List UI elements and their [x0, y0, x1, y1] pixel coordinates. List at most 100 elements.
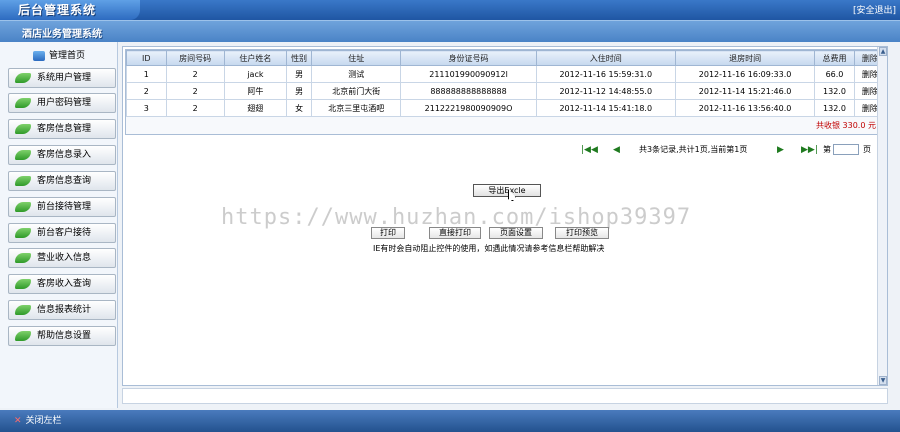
sidebar-item-reports[interactable]: 信息报表统计: [8, 300, 116, 320]
sidebar-item-system-users[interactable]: 系统用户管理: [8, 68, 116, 88]
scroll-down-icon[interactable]: ▼: [879, 376, 887, 385]
cell-checkout: 2012-11-16 16:09:33.0: [674, 65, 816, 83]
cell-gender: 男: [286, 65, 313, 83]
sidebar: 管理首页 系统用户管理 用户密码管理 客房信息管理 客房信息录入 客房信息查询 …: [0, 42, 118, 408]
sidebar-item-room-entry[interactable]: 客房信息录入: [8, 145, 116, 165]
table-row: 2 2 阿牛 男 北京前门大街 888888888888888 2012-11-…: [126, 82, 887, 100]
sub-header: 酒店业务管理系统: [0, 20, 900, 42]
direct-print-button[interactable]: 直接打印: [429, 227, 481, 239]
prev-page-icon[interactable]: ◀: [613, 143, 620, 157]
export-excel-button[interactable]: 导出Excle: [473, 184, 541, 197]
column-header: 住户姓名: [223, 50, 288, 66]
column-header: 总费用: [814, 50, 855, 66]
table-row: 3 2 翅翅 女 北京三里屯酒吧 2112221980090909O 2012-…: [126, 99, 887, 117]
pagination: |◀◀ ◀ 共3条记录,共计1页,当前第1页 ▶ ▶▶| 第 页: [581, 143, 881, 157]
cell-checkin: 2012-11-14 15:41:18.0: [535, 99, 676, 117]
cell-id-number: 2112221980090909O: [400, 99, 537, 117]
cell-checkin: 2012-11-16 15:59:31.0: [535, 65, 676, 83]
sidebar-item-label: 信息报表统计: [37, 305, 92, 315]
next-page-icon[interactable]: ▶: [777, 143, 784, 157]
vertical-scrollbar[interactable]: ▲ ▼: [877, 47, 887, 385]
cell-room: 2: [165, 82, 225, 100]
sidebar-item-reception[interactable]: 前台客户接待: [8, 223, 116, 243]
print-preview-button[interactable]: 打印预览: [555, 227, 609, 239]
cell-name: jack: [223, 65, 288, 83]
leaf-icon: [15, 253, 31, 263]
cell-address: 北京前门大街: [311, 82, 402, 100]
cell-gender: 男: [286, 82, 313, 100]
page-suffix: 页: [863, 145, 871, 154]
cell-id: 1: [126, 65, 167, 83]
column-header: 性别: [286, 50, 313, 66]
leaf-icon: [15, 228, 31, 238]
footer-bar[interactable]: ✕ 关闭左栏: [0, 410, 900, 432]
sidebar-item-revenue[interactable]: 营业收入信息: [8, 248, 116, 268]
column-header: 退房时间: [674, 50, 816, 66]
sidebar-item-label: 营业收入信息: [37, 253, 92, 263]
guest-table: ID 房间号码 住户姓名 性别 住址 身份证号码 入住时间 退房时间 总费用 删…: [126, 50, 887, 117]
cell-gender: 女: [286, 99, 313, 117]
sidebar-item-label: 系统用户管理: [37, 73, 92, 83]
cell-room: 2: [165, 99, 225, 117]
scroll-up-icon[interactable]: ▲: [879, 47, 887, 56]
app-logo: 后台管理系统: [0, 0, 140, 20]
cell-fee: 66.0: [814, 65, 855, 83]
sidebar-item-room-query[interactable]: 客房信息查询: [8, 171, 116, 191]
cell-id-number: 888888888888888: [400, 82, 537, 100]
cell-address: 测试: [311, 65, 402, 83]
sidebar-item-reception-manage[interactable]: 前台接待管理: [8, 197, 116, 217]
main-content: ID 房间号码 住户姓名 性别 住址 身份证号码 入住时间 退房时间 总费用 删…: [122, 46, 888, 386]
sidebar-item-label: 客房信息录入: [37, 150, 92, 160]
cell-id-number: 211101990090912l: [400, 65, 537, 83]
cell-checkin: 2012-11-12 14:48:55.0: [535, 82, 676, 100]
sidebar-item-label: 用户密码管理: [37, 98, 92, 108]
sidebar-item-label: 客房信息查询: [37, 176, 92, 186]
sidebar-item-label: 客房收入查询: [37, 279, 92, 289]
cell-name: 翅翅: [223, 99, 288, 117]
leaf-icon: [15, 73, 31, 83]
horizontal-scrollbar[interactable]: [122, 388, 888, 404]
cell-fee: 132.0: [814, 82, 855, 100]
sidebar-item-revenue-query[interactable]: 客房收入查询: [8, 274, 116, 294]
cell-id: 3: [126, 99, 167, 117]
sidebar-item-password[interactable]: 用户密码管理: [8, 93, 116, 113]
ie-notice: IE有时会自动阻止控件的使用，如遇此情况请参考信息栏帮助解决: [373, 244, 605, 253]
system-title: 酒店业务管理系统: [22, 29, 102, 40]
sidebar-item-label: 客房信息管理: [37, 124, 92, 134]
sidebar-home[interactable]: 管理首页: [0, 48, 118, 64]
table-row: 1 2 jack 男 测试 211101990090912l 2012-11-1…: [126, 65, 887, 83]
total-revenue: 共收银 330.0 元: [816, 121, 876, 130]
leaf-icon: [15, 305, 31, 315]
cell-room: 2: [165, 65, 225, 83]
column-header: ID: [126, 50, 167, 66]
column-header: 身份证号码: [400, 50, 537, 66]
column-header: 住址: [311, 50, 402, 66]
page-prefix: 第: [823, 145, 831, 154]
first-page-icon[interactable]: |◀◀: [581, 143, 598, 157]
sidebar-item-label: 前台客户接待: [37, 228, 92, 238]
cell-checkout: 2012-11-14 15:21:46.0: [674, 82, 816, 100]
page-setup-button[interactable]: 页面设置: [489, 227, 543, 239]
sidebar-home-label: 管理首页: [48, 51, 85, 61]
cell-id: 2: [126, 82, 167, 100]
top-bar: 后台管理系统 [安全退出]: [0, 0, 900, 20]
close-sidebar-label: 关闭左栏: [25, 416, 62, 426]
monitor-icon: [32, 50, 45, 61]
leaf-icon: [15, 176, 31, 186]
guest-table-panel: ID 房间号码 住户姓名 性别 住址 身份证号码 入住时间 退房时间 总费用 删…: [125, 49, 887, 135]
leaf-icon: [15, 279, 31, 289]
table-header-row: ID 房间号码 住户姓名 性别 住址 身份证号码 入住时间 退房时间 总费用 删…: [126, 50, 887, 66]
last-page-icon[interactable]: ▶▶|: [801, 143, 818, 157]
cell-fee: 132.0: [814, 99, 855, 117]
close-icon: ✕: [14, 416, 22, 426]
leaf-icon: [15, 98, 31, 108]
leaf-icon: [15, 331, 31, 341]
cell-address: 北京三里屯酒吧: [311, 99, 402, 117]
column-header: 入住时间: [535, 50, 676, 66]
page-number-input[interactable]: [833, 144, 859, 155]
logout-link[interactable]: [安全退出]: [853, 3, 896, 16]
sidebar-item-help[interactable]: 帮助信息设置: [8, 326, 116, 346]
print-button[interactable]: 打印: [371, 227, 405, 239]
sidebar-item-label: 前台接待管理: [37, 202, 92, 212]
sidebar-item-room-manage[interactable]: 客房信息管理: [8, 119, 116, 139]
